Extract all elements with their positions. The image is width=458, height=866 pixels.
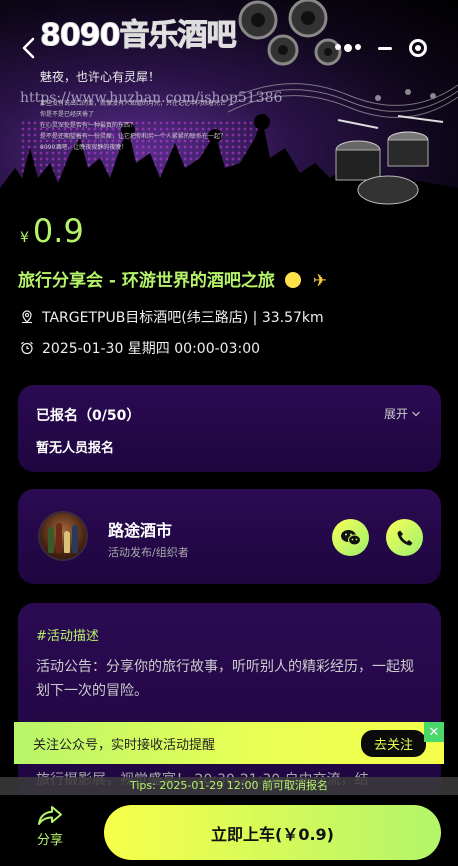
follow-official-account-banner: 关注公众号，实时接收活动提醒 去关注 ✕ [14,722,444,764]
description-text: 活动公告：分享你的旅行故事，听听别人的精彩经历，一起规划下一次的冒险。 [36,659,414,699]
banner-slogan: 魅夜，也许心有灵犀！ [40,70,161,84]
phone-button[interactable] [386,519,423,556]
airplane-emoji-icon: ✈ [312,271,327,291]
signup-empty-text: 暂无人员报名 [36,441,115,456]
event-time: 2025-01-30 星期四 00:00-03:00 [20,338,260,358]
event-title: 旅行分享会 - 环游世界的酒吧之旅 ✈ [18,266,327,291]
banner-poem-line: 在心灵深处是否有一种最真的东西？ [40,122,137,129]
event-location-text: TARGETPUB目标酒吧(纬三路店) | 33.57km [42,310,324,326]
close-icon[interactable]: ✕ [424,722,444,742]
price-currency: ¥ [20,230,29,246]
follow-text: 关注公众号，实时接收活动提醒 [33,737,216,753]
organizer-role: 活动发布/组织者 [108,546,189,559]
share-button[interactable]: 分享 [30,805,70,848]
event-title-text: 旅行分享会 - 环游世界的酒吧之旅 [18,271,275,291]
location-pin-icon [22,310,32,324]
back-arrow-icon[interactable] [18,36,42,60]
signup-card: 已报名（0/50） 展开 暂无人员报名 [18,385,441,472]
share-arrow-icon [38,806,62,825]
banner-poem-line: 是不是还期望着有一份灵犀，让它把你和另一个人紧紧的联系在一起？ [40,133,227,140]
alarm-clock-icon [21,341,33,355]
phone-icon [397,530,412,545]
description-card: #活动描述 活动公告：分享你的旅行故事，听听别人的精彩经历，一起规划下一次的冒险… [18,603,441,803]
watermark-url: https://www.huzhan.com/ishop51386 [20,90,283,106]
price: ¥ 0.9 [20,212,84,250]
organizer-card: 路途酒市 活动发布/组织者 [18,489,441,584]
drum-kit-graphic [335,115,444,205]
cancel-tips: Tips: 2025-01-29 12:00 前可取消报名 [0,777,458,795]
minimize-icon[interactable] [377,46,392,50]
description-tag: #活动描述 [36,629,99,644]
price-amount: 0.9 [32,212,84,250]
bar-logo: 8090音乐酒吧 [40,18,237,54]
wechat-button[interactable] [332,519,369,556]
more-icon[interactable] [334,44,361,52]
share-label: 分享 [36,833,63,848]
event-location[interactable]: TARGETPUB目标酒吧(纬三路店) | 33.57km [20,307,324,327]
banner-poem-line: 你是不是已经厌倦了 [40,111,95,118]
banner-poem: 那些没有说出口的爱，就像没有人知道的月光，只在记忆中闪烁着光芒 你是不是已经厌倦… [40,98,300,153]
smiley-emoji-icon [284,272,301,288]
chevron-down-icon [412,411,420,416]
signup-count: 已报名（0/50） [36,408,141,424]
event-time-text: 2025-01-30 星期四 00:00-03:00 [42,341,261,357]
close-target-icon[interactable] [409,39,428,57]
organizer-name: 路途酒市 [108,521,173,540]
follow-button[interactable]: 去关注 [360,729,426,757]
expand-label: 展开 [383,407,408,421]
banner-poem-line: 8090酒吧，让晚夜寂静的夜晚！ [40,144,128,151]
event-banner-image: 8090音乐酒吧 魅夜，也许心有灵犀！ 那些没有说出口的爱，就像没有人知道的月光… [0,0,458,218]
bottom-action-bar: 分享 立即上车(￥0.9) [0,795,458,866]
mini-program-capsule [326,34,436,62]
join-now-button[interactable]: 立即上车(￥0.9) [104,805,441,860]
expand-button[interactable]: 展开 [384,405,421,422]
organizer-avatar[interactable] [38,511,88,561]
wechat-icon [340,529,361,545]
